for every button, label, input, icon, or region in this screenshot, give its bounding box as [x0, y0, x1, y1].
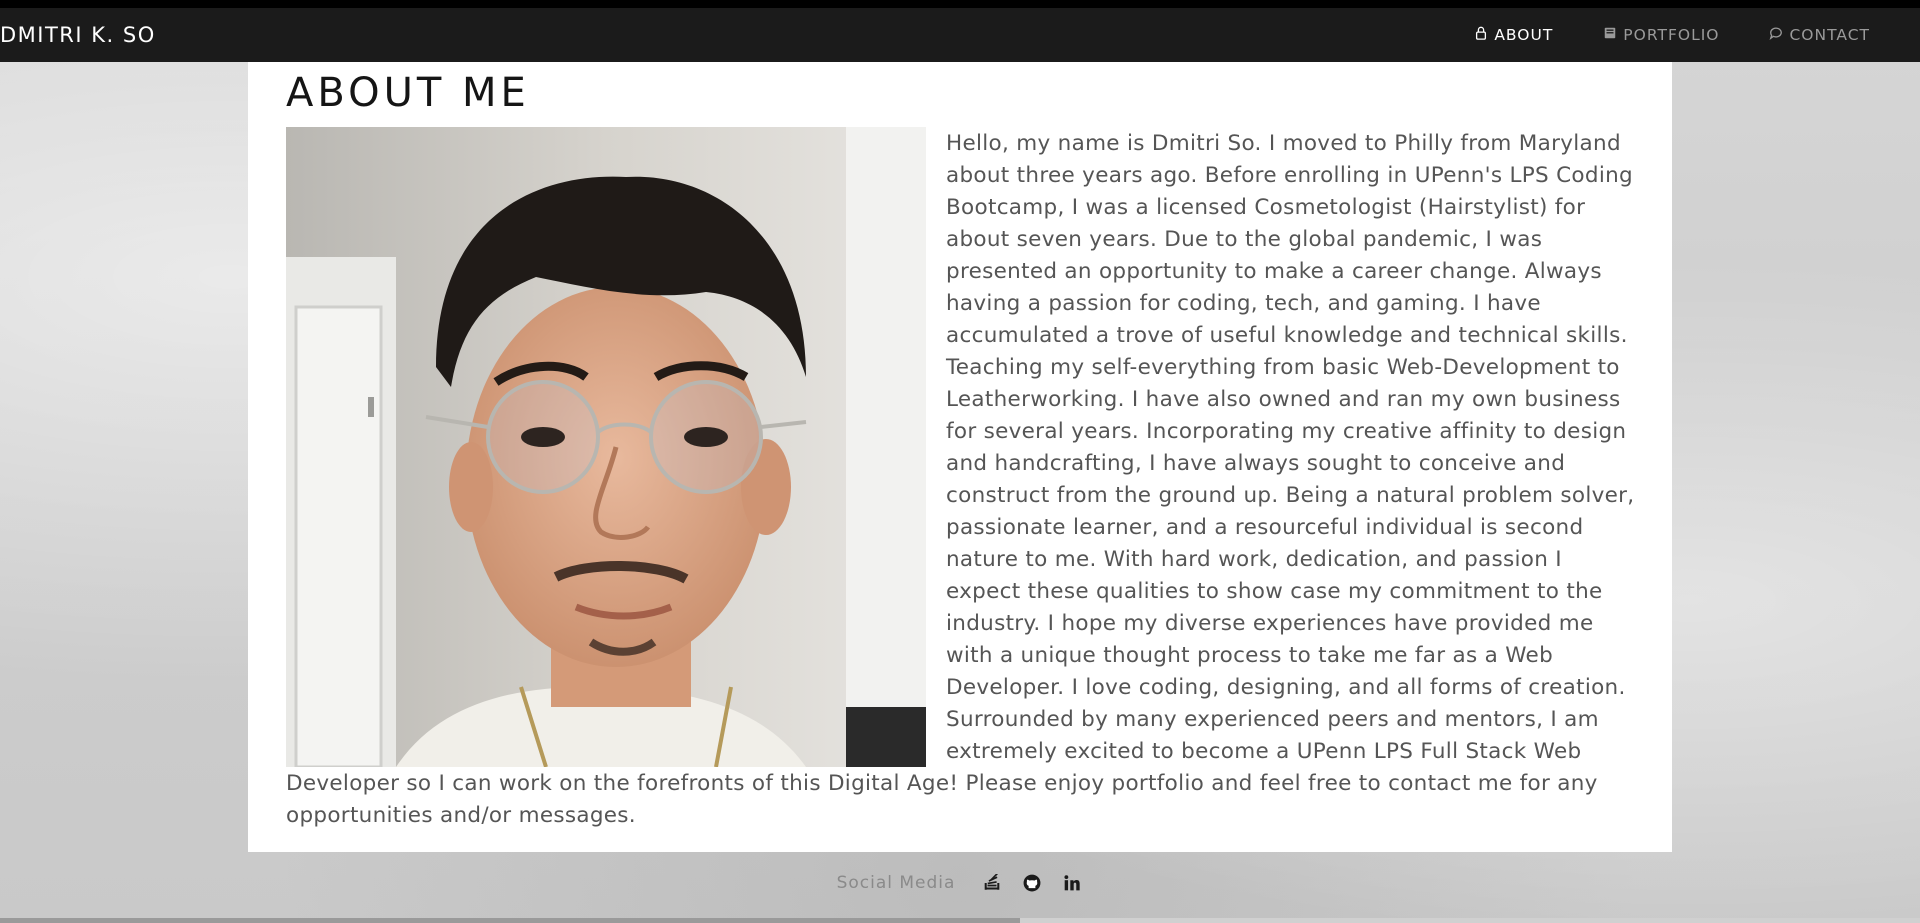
- nav-link-portfolio[interactable]: PORTFOLIO: [1603, 8, 1719, 62]
- top-strip: [0, 0, 1920, 8]
- stack-overflow-icon[interactable]: [981, 872, 1003, 894]
- brand-name[interactable]: DMITRI K. SO: [0, 8, 156, 62]
- about-panel: ABOUT ME Hello, my name is Dmitri So. I …: [248, 62, 1672, 852]
- book-icon: [1603, 26, 1617, 44]
- nav-link-contact[interactable]: CONTACT: [1769, 8, 1870, 62]
- person-icon: [1474, 26, 1488, 44]
- footer: Social Media: [0, 868, 1920, 898]
- linkedin-icon[interactable]: [1061, 872, 1083, 894]
- nav-links: ABOUT PORTFOLIO CONTACT: [1474, 8, 1920, 62]
- scrollbar-thumb[interactable]: [0, 918, 1020, 923]
- nav-label-about: ABOUT: [1494, 26, 1554, 44]
- navbar: DMITRI K. SO ABOUT PORTFOLIO CONTACT: [0, 8, 1920, 62]
- nav-label-portfolio: PORTFOLIO: [1623, 26, 1720, 44]
- about-bio: Hello, my name is Dmitri So. I moved to …: [286, 128, 1636, 832]
- social-media-label: Social Media: [836, 873, 956, 893]
- github-icon[interactable]: [1021, 872, 1043, 894]
- chat-bubble-icon: [1769, 26, 1783, 44]
- nav-link-about[interactable]: ABOUT: [1474, 8, 1553, 62]
- nav-label-contact: CONTACT: [1789, 26, 1870, 44]
- page-title: ABOUT ME: [286, 70, 530, 116]
- photo-spacer: [286, 128, 946, 764]
- horizontal-scrollbar[interactable]: [0, 918, 1920, 923]
